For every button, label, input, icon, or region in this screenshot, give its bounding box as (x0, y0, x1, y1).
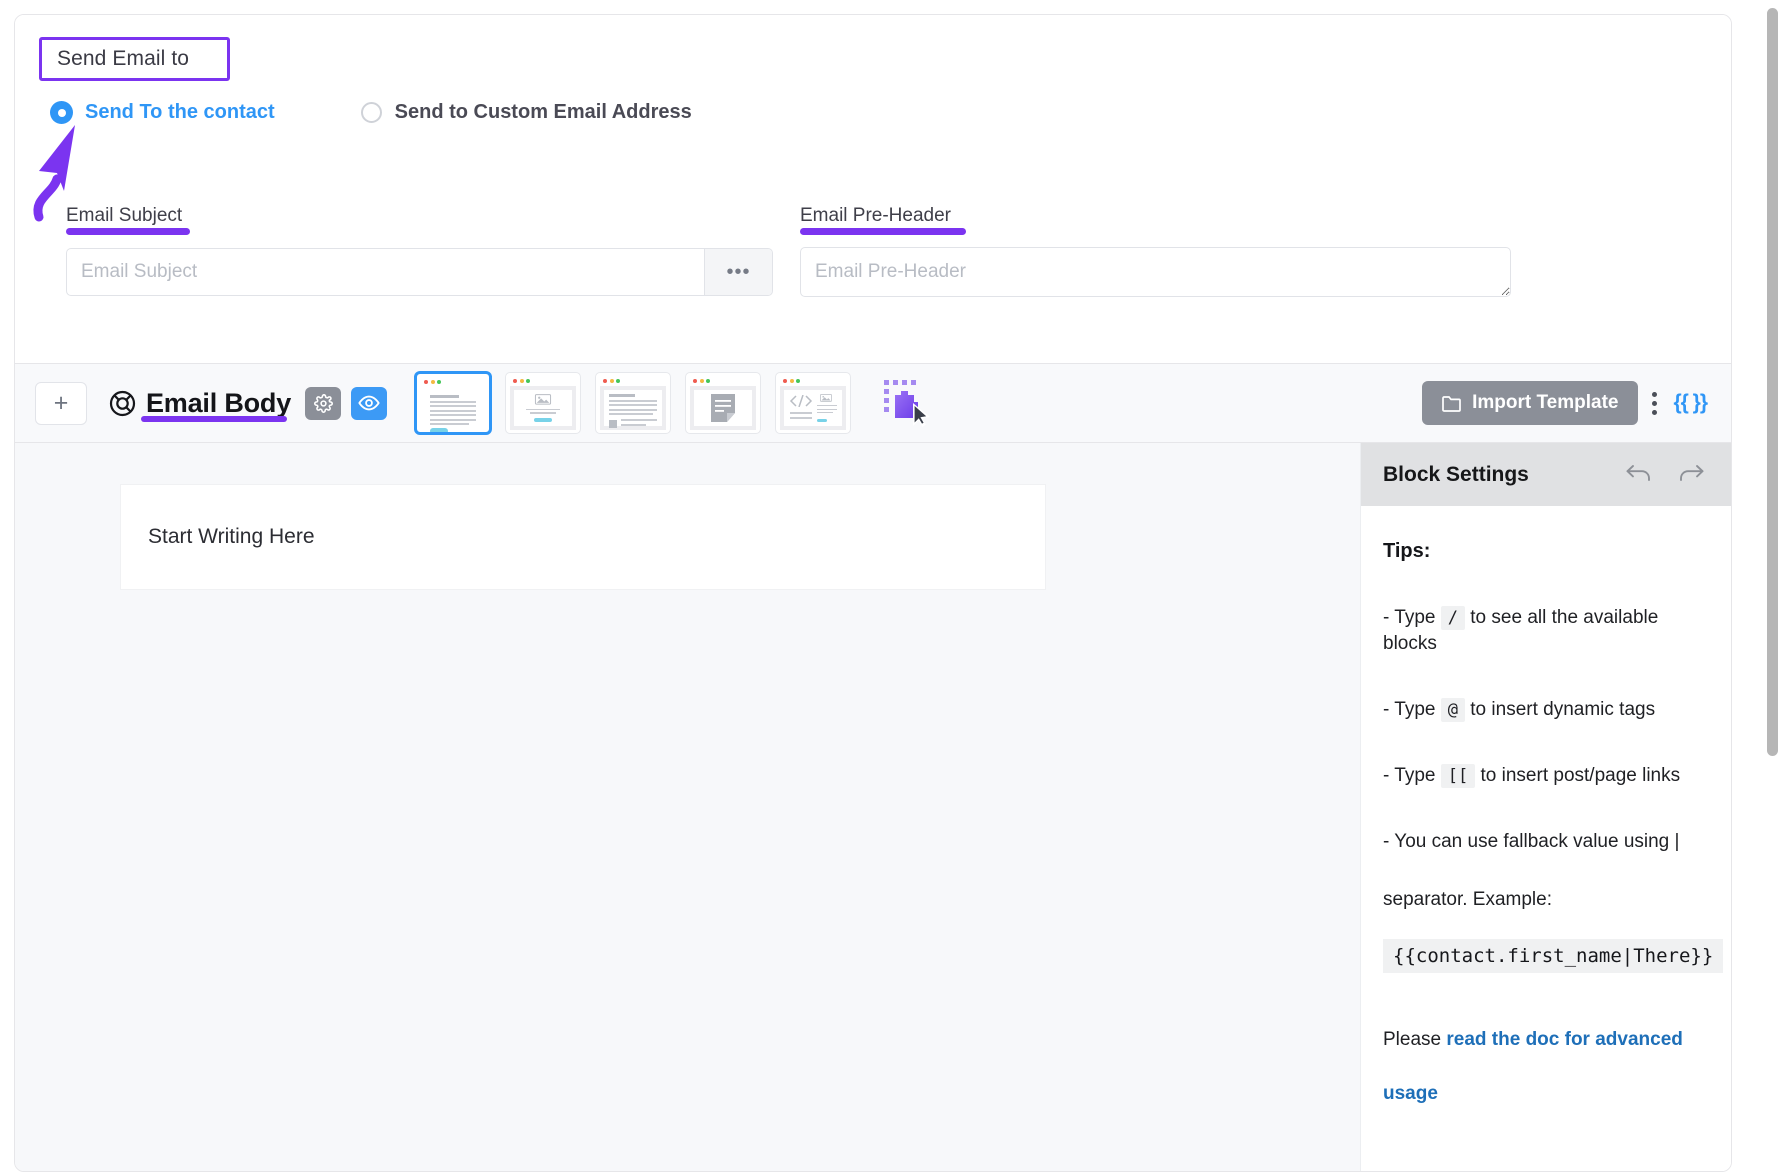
email-body-title-underline (141, 416, 287, 422)
doc-line: Please read the doc for advanced usage (1383, 1013, 1709, 1121)
window-dots (510, 377, 576, 386)
editor-placeholder: Start Writing Here (148, 525, 315, 548)
gear-icon (313, 393, 333, 413)
folder-icon (1442, 395, 1461, 412)
tip-suffix: to insert dynamic tags (1470, 699, 1656, 720)
thumb-preview (690, 386, 757, 430)
email-body-settings-button[interactable] (305, 386, 342, 420)
radio-unselected-icon[interactable] (360, 102, 382, 123)
email-preheader-underline (800, 228, 966, 235)
fallback-tip-line-1: - You can use fallback value using | (1383, 831, 1680, 852)
radio-label-send-to-contact: Send To the contact (85, 101, 275, 123)
send-email-to-label: Send Email to (57, 47, 190, 70)
email-action-card: Send Email to Send To the contact Send t… (14, 14, 1732, 1172)
editor-main: Start Writing Here Block Settings Tips: … (15, 443, 1731, 1171)
note-icon (711, 394, 736, 422)
tip-prefix: - Type (1383, 607, 1436, 628)
tip-item-brackets: - Type [[ to insert post/page links (1383, 763, 1709, 789)
email-body-title-wrap: Email Body (109, 388, 291, 419)
tips-heading: Tips: (1383, 540, 1431, 562)
block-settings-panel: Block Settings Tips: - Type / to see all… (1360, 443, 1731, 1171)
window-dots (421, 378, 485, 387)
life-ring-icon (109, 390, 136, 416)
tip-prefix: - Type (1383, 699, 1436, 720)
thumb-preview (421, 387, 486, 432)
tip-item-slash: - Type / to see all the available blocks (1383, 605, 1709, 657)
radio-label-custom-email: Send to Custom Email Address (394, 101, 692, 123)
radio-selected-icon[interactable] (51, 102, 72, 123)
undo-arrow-icon[interactable] (1625, 463, 1652, 487)
fallback-tip-line-2: separator. Example: (1383, 889, 1552, 910)
redo-arrow-icon[interactable] (1678, 463, 1705, 487)
email-body-toolbar: + Email Body Import Template {{}} (15, 364, 1731, 443)
image-icon (534, 394, 552, 405)
code-icon (789, 395, 813, 407)
radio-option-custom-email[interactable]: Send to Custom Email Address (360, 101, 692, 124)
template-thumbnail-list (415, 372, 865, 434)
email-preheader-input[interactable] (800, 247, 1511, 297)
send-email-to-section: Send Email to Send To the contact Send t… (15, 15, 1731, 364)
thumb-preview (510, 386, 577, 430)
tip-key-brackets: [[ (1440, 764, 1476, 788)
email-subject-more-button[interactable]: ••• (704, 249, 772, 295)
template-thumb-image-block[interactable] (505, 372, 582, 434)
tip-suffix: to insert post/page links (1480, 765, 1681, 786)
page-scrollbar-track[interactable] (1765, 0, 1780, 1172)
app-root: Send Email to Send To the contact Send t… (0, 0, 1780, 1172)
page-scrollbar-thumb[interactable] (1767, 8, 1778, 756)
merge-tags-button[interactable]: {{ }} (1673, 391, 1708, 415)
thumb-preview (600, 386, 667, 430)
window-dots (690, 377, 756, 386)
template-thumb-code-image-block[interactable] (775, 372, 852, 434)
email-body-title: Email Body (146, 387, 292, 418)
block-settings-title: Block Settings (1383, 462, 1529, 486)
email-body-editor-block[interactable]: Start Writing Here (121, 485, 1045, 589)
import-template-label: Import Template (1472, 392, 1619, 413)
import-template-button[interactable]: Import Template (1422, 381, 1639, 425)
tip-key-at: @ (1440, 698, 1465, 722)
thumb-preview (780, 386, 847, 430)
email-preheader-label: Email Pre-Header (800, 205, 951, 226)
tips-section: Tips: - Type / to see all the available … (1361, 506, 1731, 1121)
doc-prefix: Please (1383, 1029, 1447, 1050)
block-settings-header: Block Settings (1361, 443, 1731, 506)
doc-link-part-2[interactable]: usage (1383, 1083, 1438, 1104)
template-thumb-text-block[interactable] (415, 372, 492, 434)
send-email-to-label-box: Send Email to (39, 37, 230, 81)
window-dots (780, 377, 846, 386)
email-body-canvas[interactable]: Start Writing Here (15, 443, 1360, 1171)
radio-option-send-to-contact[interactable]: Send To the contact (51, 101, 275, 124)
fallback-code-sample: {{contact.first_name|There}} (1383, 939, 1724, 973)
tip-item-at: - Type @ to insert dynamic tags (1383, 697, 1709, 723)
recipient-radio-group: Send To the contact Send to Custom Email… (51, 101, 692, 124)
add-block-button[interactable]: + (35, 381, 87, 425)
image-icon (820, 394, 832, 402)
kebab-menu-icon[interactable] (1652, 391, 1658, 415)
window-dots (600, 377, 666, 386)
history-controls (1625, 463, 1705, 487)
tip-prefix: - Type (1383, 765, 1436, 786)
drag-block-icon[interactable] (881, 377, 937, 429)
doc-link-part-1[interactable]: read the doc for advanced (1446, 1029, 1683, 1050)
template-thumb-article-block[interactable] (595, 372, 672, 434)
email-subject-underline (66, 228, 190, 235)
email-body-preview-button[interactable] (351, 386, 388, 420)
template-thumb-note-block[interactable] (685, 372, 762, 434)
email-subject-field-wrap: ••• (66, 248, 773, 296)
email-subject-label: Email Subject (66, 205, 183, 226)
eye-icon (358, 395, 380, 411)
email-subject-input[interactable] (67, 249, 704, 295)
tip-key-slash: / (1440, 606, 1465, 630)
